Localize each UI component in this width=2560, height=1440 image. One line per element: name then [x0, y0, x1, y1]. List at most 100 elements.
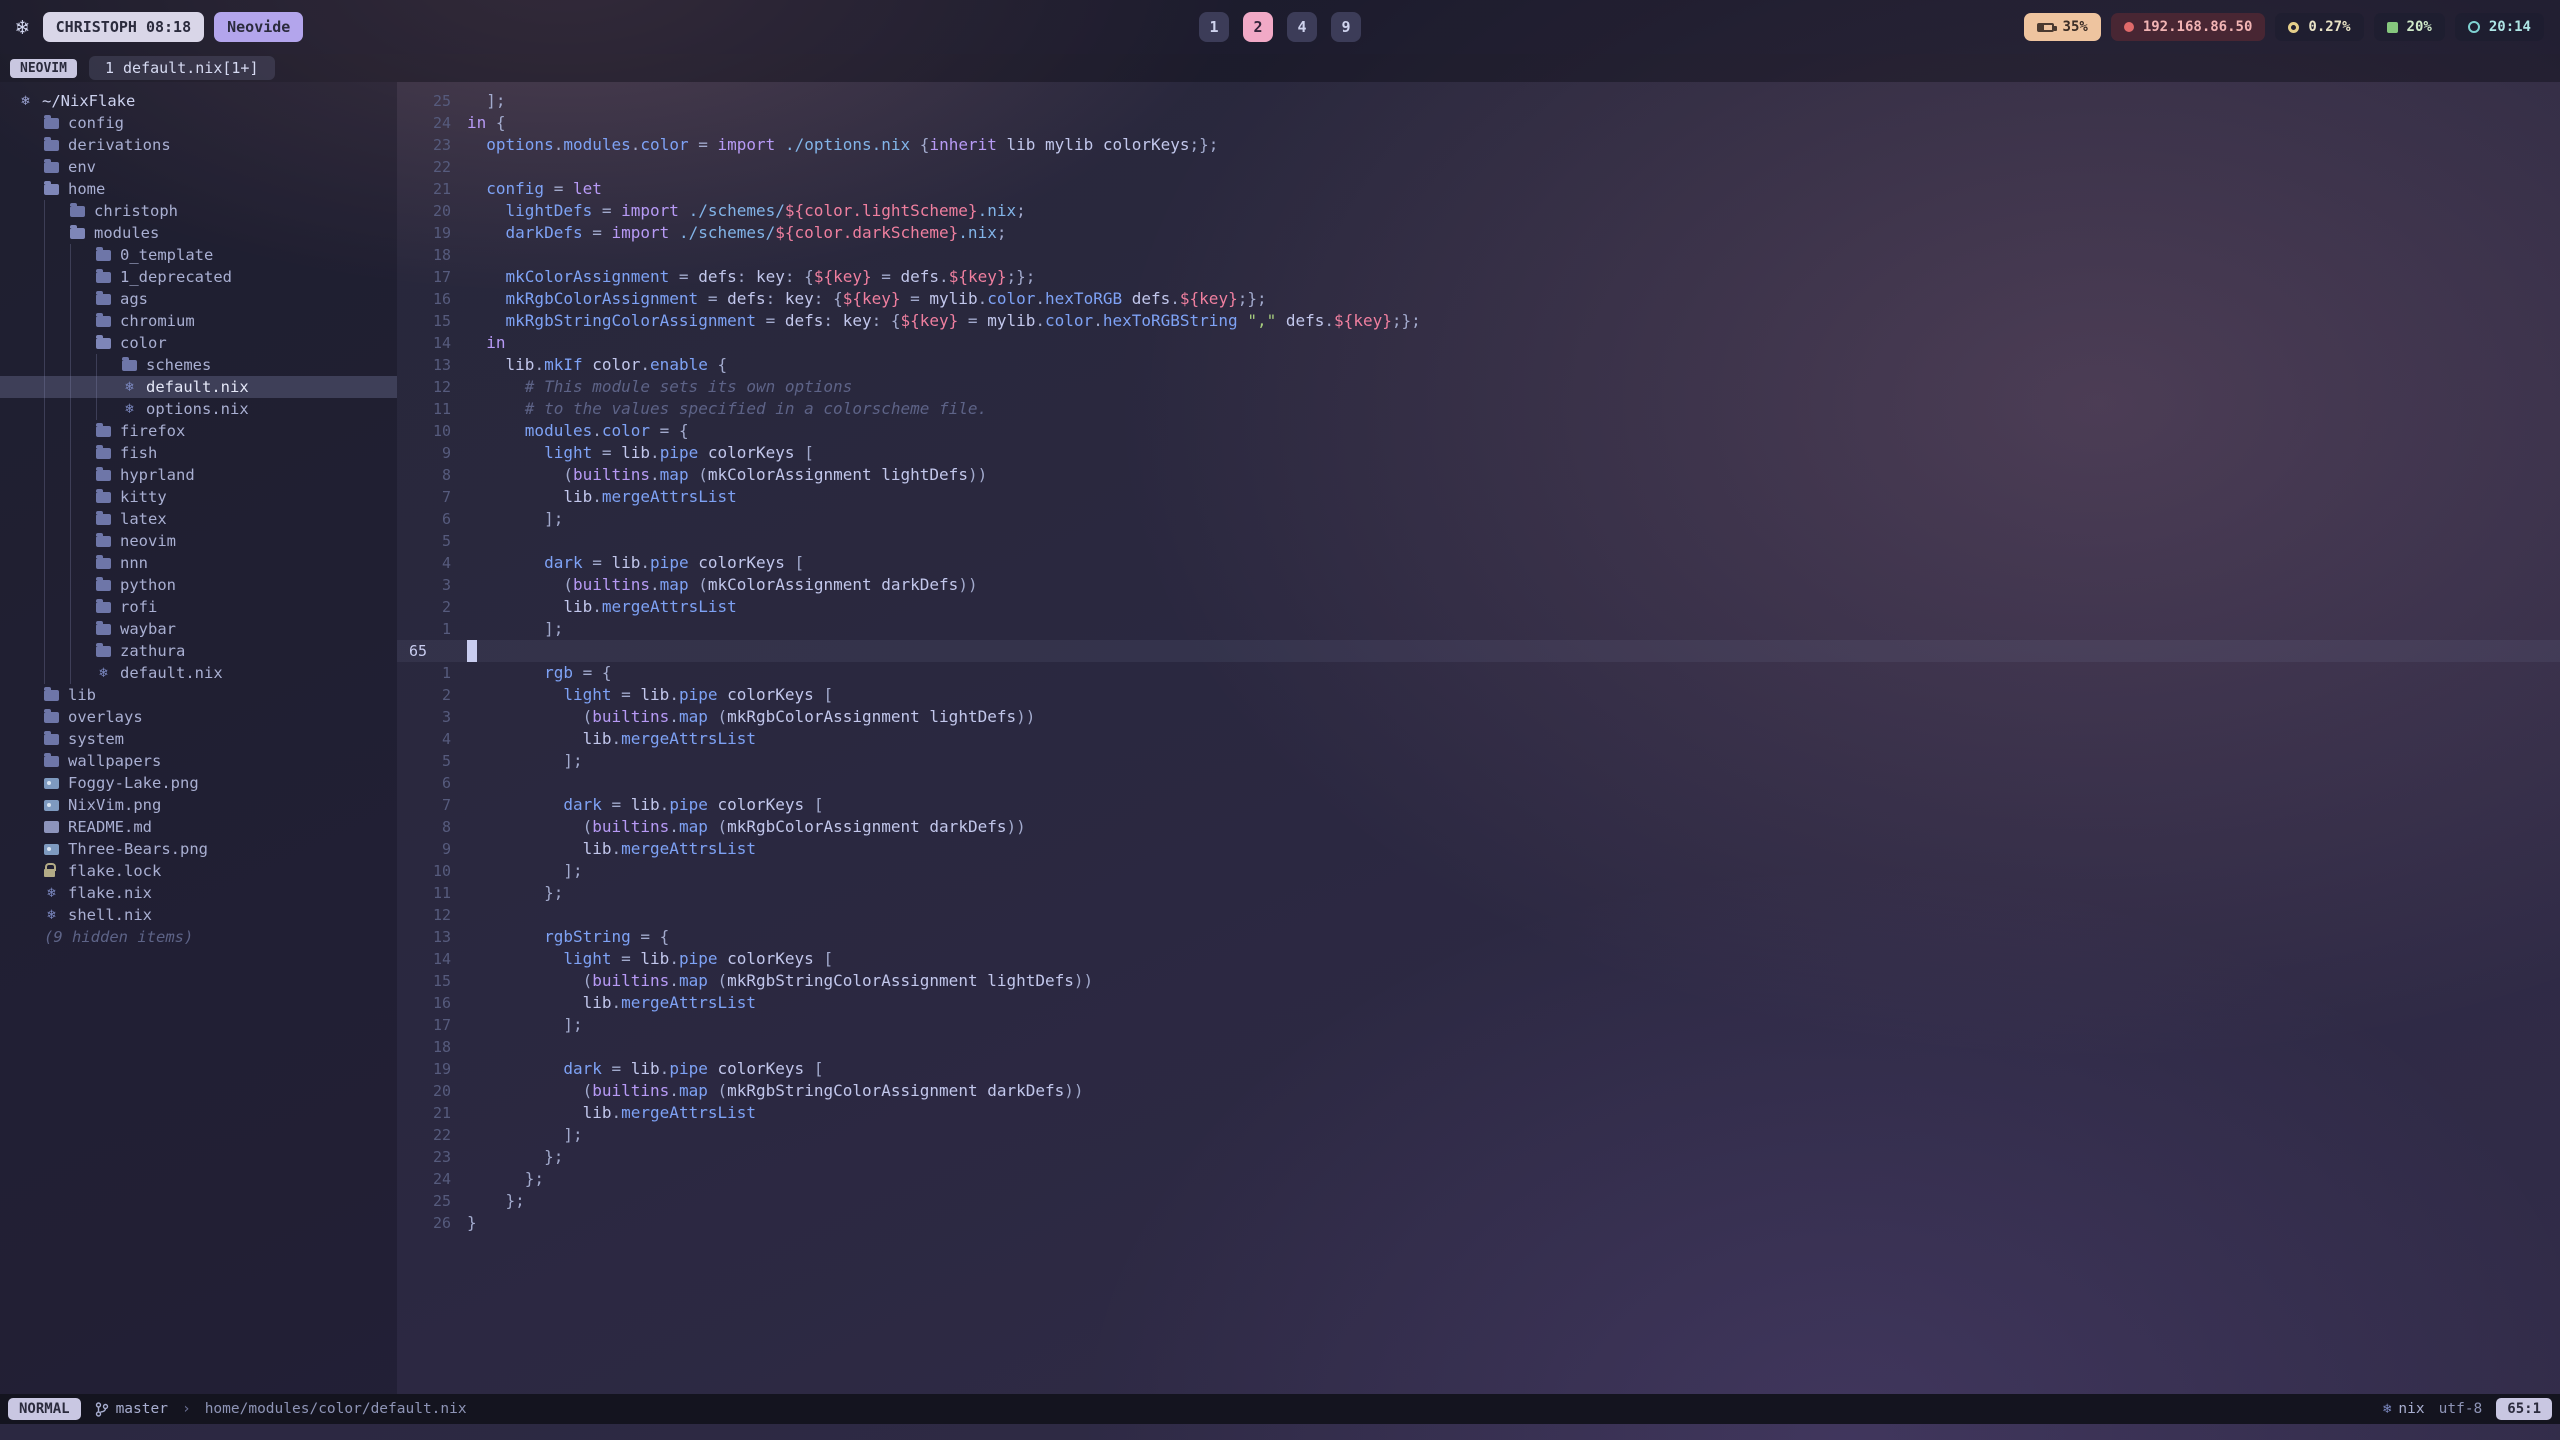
- tree-item[interactable]: 0_template: [0, 244, 397, 266]
- tree-item[interactable]: fish: [0, 442, 397, 464]
- code-line[interactable]: 11 # to the values specified in a colors…: [397, 398, 2560, 420]
- tree-item[interactable]: christoph: [0, 200, 397, 222]
- tree-item[interactable]: ❄options.nix: [0, 398, 397, 420]
- code-line[interactable]: 14 light = lib.pipe colorKeys [: [397, 948, 2560, 970]
- tree-item[interactable]: NixVim.png: [0, 794, 397, 816]
- code-line[interactable]: 16 lib.mergeAttrsList: [397, 992, 2560, 1014]
- code-line[interactable]: 26}: [397, 1212, 2560, 1234]
- tree-item[interactable]: home: [0, 178, 397, 200]
- workspace-button-2[interactable]: 2: [1243, 12, 1273, 42]
- tree-item[interactable]: system: [0, 728, 397, 750]
- code-line[interactable]: 2 light = lib.pipe colorKeys [: [397, 684, 2560, 706]
- code-line[interactable]: 16 mkRgbColorAssignment = defs: key: {${…: [397, 288, 2560, 310]
- code-line[interactable]: 7 lib.mergeAttrsList: [397, 486, 2560, 508]
- code-line[interactable]: 5: [397, 530, 2560, 552]
- tree-item[interactable]: nnn: [0, 552, 397, 574]
- code-line[interactable]: 22: [397, 156, 2560, 178]
- buffer-tab[interactable]: 1 default.nix[1+]: [89, 56, 275, 80]
- tree-item[interactable]: modules: [0, 222, 397, 244]
- tree-item[interactable]: 1_deprecated: [0, 266, 397, 288]
- tree-item[interactable]: latex: [0, 508, 397, 530]
- code-line[interactable]: 11 };: [397, 882, 2560, 904]
- code-line[interactable]: 19 dark = lib.pipe colorKeys [: [397, 1058, 2560, 1080]
- code-line[interactable]: 19 darkDefs = import ./schemes/${color.d…: [397, 222, 2560, 244]
- tree-item[interactable]: color: [0, 332, 397, 354]
- code-line[interactable]: 4 lib.mergeAttrsList: [397, 728, 2560, 750]
- tree-item[interactable]: wallpapers: [0, 750, 397, 772]
- code-line[interactable]: 24in {: [397, 112, 2560, 134]
- code-line[interactable]: 12 # This module sets its own options: [397, 376, 2560, 398]
- code-line[interactable]: 17 ];: [397, 1014, 2560, 1036]
- code-line[interactable]: 8 (builtins.map (mkRgbColorAssignment da…: [397, 816, 2560, 838]
- tree-item[interactable]: ags: [0, 288, 397, 310]
- code-line[interactable]: 23 };: [397, 1146, 2560, 1168]
- battery-pill[interactable]: 35%: [2024, 13, 2101, 41]
- code-line[interactable]: 21 config = let: [397, 178, 2560, 200]
- tree-item[interactable]: chromium: [0, 310, 397, 332]
- tree-item[interactable]: flake.lock: [0, 860, 397, 882]
- code-line[interactable]: 4 dark = lib.pipe colorKeys [: [397, 552, 2560, 574]
- tree-item[interactable]: env: [0, 156, 397, 178]
- code-line[interactable]: 13 rgbString = {: [397, 926, 2560, 948]
- code-line[interactable]: 9 lib.mergeAttrsList: [397, 838, 2560, 860]
- code-line[interactable]: 20 lightDefs = import ./schemes/${color.…: [397, 200, 2560, 222]
- tree-item[interactable]: ❄flake.nix: [0, 882, 397, 904]
- code-line[interactable]: 12: [397, 904, 2560, 926]
- code-line[interactable]: 18: [397, 244, 2560, 266]
- tree-item[interactable]: zathura: [0, 640, 397, 662]
- workspace-button-1[interactable]: 1: [1199, 12, 1229, 42]
- code-line[interactable]: 25 };: [397, 1190, 2560, 1212]
- code-line[interactable]: 15 (builtins.map (mkRgbStringColorAssign…: [397, 970, 2560, 992]
- tree-item[interactable]: neovim: [0, 530, 397, 552]
- code-line[interactable]: 1 ];: [397, 618, 2560, 640]
- code-line[interactable]: 10 ];: [397, 860, 2560, 882]
- memory-pill[interactable]: 20%: [2374, 13, 2445, 41]
- tree-item[interactable]: derivations: [0, 134, 397, 156]
- tree-item[interactable]: schemes: [0, 354, 397, 376]
- cpu-pill[interactable]: 0.27%: [2275, 13, 2363, 41]
- workspace-button-9[interactable]: 9: [1331, 12, 1361, 42]
- code-line[interactable]: 6: [397, 772, 2560, 794]
- code-line[interactable]: 20 (builtins.map (mkRgbStringColorAssign…: [397, 1080, 2560, 1102]
- code-line[interactable]: 13 lib.mkIf color.enable {: [397, 354, 2560, 376]
- code-line[interactable]: 14 in: [397, 332, 2560, 354]
- code-line[interactable]: 6 ];: [397, 508, 2560, 530]
- tree-item[interactable]: README.md: [0, 816, 397, 838]
- tree-item[interactable]: hyprland: [0, 464, 397, 486]
- code-line[interactable]: 22 ];: [397, 1124, 2560, 1146]
- code-line-current[interactable]: 65: [397, 640, 2560, 662]
- tree-item[interactable]: waybar: [0, 618, 397, 640]
- code-line[interactable]: 3 (builtins.map (mkColorAssignment darkD…: [397, 574, 2560, 596]
- code-line[interactable]: 17 mkColorAssignment = defs: key: {${key…: [397, 266, 2560, 288]
- tree-item[interactable]: rofi: [0, 596, 397, 618]
- tree-item[interactable]: kitty: [0, 486, 397, 508]
- tree-item[interactable]: lib: [0, 684, 397, 706]
- code-line[interactable]: 8 (builtins.map (mkColorAssignment light…: [397, 464, 2560, 486]
- workspace-button-4[interactable]: 4: [1287, 12, 1317, 42]
- user-clock-badge[interactable]: CHRISTOPH 08:18: [43, 12, 204, 42]
- code-line[interactable]: 7 dark = lib.pipe colorKeys [: [397, 794, 2560, 816]
- code-line[interactable]: 2 lib.mergeAttrsList: [397, 596, 2560, 618]
- tree-item[interactable]: ❄shell.nix: [0, 904, 397, 926]
- code-line[interactable]: 21 lib.mergeAttrsList: [397, 1102, 2560, 1124]
- tree-item[interactable]: python: [0, 574, 397, 596]
- code-line[interactable]: 10 modules.color = {: [397, 420, 2560, 442]
- code-line[interactable]: 24 };: [397, 1168, 2560, 1190]
- code-line[interactable]: 18: [397, 1036, 2560, 1058]
- code-line[interactable]: 5 ];: [397, 750, 2560, 772]
- network-pill[interactable]: 192.168.86.50: [2111, 13, 2266, 41]
- tree-item[interactable]: Foggy-Lake.png: [0, 772, 397, 794]
- code-line[interactable]: 9 light = lib.pipe colorKeys [: [397, 442, 2560, 464]
- git-branch[interactable]: master: [95, 1401, 168, 1417]
- tree-item[interactable]: ❄default.nix: [0, 662, 397, 684]
- tree-item[interactable]: overlays: [0, 706, 397, 728]
- code-line[interactable]: 25 ];: [397, 90, 2560, 112]
- clock-pill[interactable]: 20:14: [2455, 13, 2544, 41]
- code-line[interactable]: 1 rgb = {: [397, 662, 2560, 684]
- code-line[interactable]: 15 mkRgbStringColorAssignment = defs: ke…: [397, 310, 2560, 332]
- neovide-badge[interactable]: Neovide: [214, 12, 303, 42]
- tree-item[interactable]: ❄~/NixFlake: [0, 90, 397, 112]
- tree-item[interactable]: ❄default.nix: [0, 376, 397, 398]
- tree-item[interactable]: firefox: [0, 420, 397, 442]
- tree-item[interactable]: Three-Bears.png: [0, 838, 397, 860]
